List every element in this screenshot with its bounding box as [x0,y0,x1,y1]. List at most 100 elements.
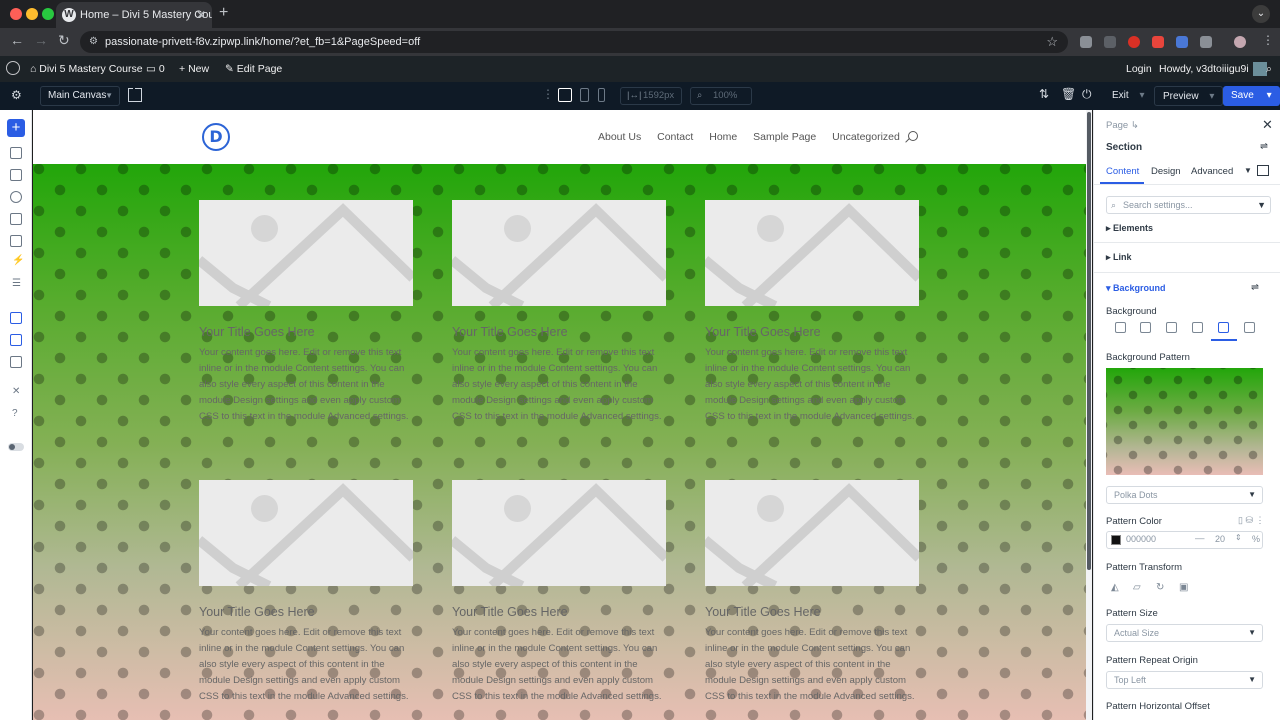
card-text[interactable]: Your content goes here. Edit or remove t… [705,625,919,705]
card-text[interactable]: Your content goes here. Edit or remove t… [452,345,666,425]
power-icon[interactable]: ⏻ [1082,87,1092,102]
site-logo[interactable]: D [202,123,230,151]
layers-icon[interactable] [10,147,22,159]
group-elements[interactable]: ▸ Elements [1106,223,1153,234]
pattern-opacity-unit[interactable]: % [1252,534,1260,544]
pattern-size-select[interactable]: Actual Size ▼ [1106,624,1263,642]
canvas-select[interactable]: Main Canvas ▼ [40,86,120,106]
tab-search-icon[interactable]: ⌄ [1252,5,1270,23]
menu-item-sample-page[interactable]: Sample Page [753,131,816,143]
mask-icon[interactable] [1244,322,1255,333]
edit-page-link[interactable]: ✎ Edit Page [225,56,282,82]
trash-icon[interactable]: 🗑 [1061,87,1076,101]
phone-view-icon[interactable] [598,88,605,102]
menu-item-contact[interactable]: Contact [657,131,693,143]
save-button[interactable]: Save ▾ [1223,86,1280,106]
tablet-view-icon[interactable] [580,88,589,102]
add-module-button[interactable]: + [7,119,25,137]
tab-advanced[interactable]: Advanced [1191,166,1233,177]
rotate-icon[interactable]: ↻ [1156,582,1164,593]
stepper-icon[interactable]: ⇕ [1235,533,1242,542]
pattern-color-hex[interactable]: 000000 [1126,534,1156,544]
canvas-width-input[interactable]: |↔| 1592px [620,87,682,105]
panel-options-icon[interactable]: ⇌ [1260,141,1268,152]
invert-icon[interactable]: ▣ [1179,582,1188,593]
grid-view-icon[interactable] [128,88,142,102]
tab-design[interactable]: Design [1151,166,1181,177]
blurb-module[interactable]: Your Title Goes Here Your content goes h… [199,480,413,705]
color-fill-icon[interactable] [1115,322,1126,333]
pattern-color-options-icon[interactable]: ▯ ⛁ ⋮ [1238,515,1265,526]
sliders-icon[interactable]: ☰ [12,278,21,289]
blurb-module[interactable]: Your Title Goes Here Your content goes h… [705,480,919,705]
breadcrumb[interactable]: Page ↳ [1106,120,1139,131]
preview-button[interactable]: Preview ▾ [1154,86,1224,106]
site-name-link[interactable]: ⌂ Divi 5 Mastery Course [30,56,143,82]
pattern-opacity-value[interactable]: 20 [1215,534,1225,544]
scrollbar-thumb[interactable] [1087,112,1091,570]
extension-icon[interactable] [1176,36,1188,48]
menu-item-about-us[interactable]: About Us [598,131,641,143]
pattern-icon[interactable] [1218,322,1229,333]
help-icon[interactable]: ? [12,408,18,419]
color-swatch[interactable] [1111,535,1121,545]
database-icon[interactable] [10,191,22,203]
section-with-pattern-background[interactable]: Your Title Goes Here Your content goes h… [33,164,1086,720]
flip-horizontal-icon[interactable]: ◭ [1111,582,1119,593]
search-icon[interactable] [908,131,918,141]
settings-gear-icon[interactable]: ⚙ [11,88,22,102]
image-icon[interactable] [1166,322,1177,333]
new-tab-button[interactable]: + [219,4,228,22]
group-options-icon[interactable]: ⇌ [1251,282,1259,293]
blurb-module[interactable]: Your Title Goes Here Your content goes h… [705,200,919,425]
card-title[interactable]: Your Title Goes Here [452,605,666,619]
extensions-puzzle-icon[interactable] [1200,36,1212,48]
close-icon[interactable]: ✕ [1262,117,1273,133]
reload-icon[interactable]: ↻ [58,32,70,49]
canvas-scrollbar[interactable] [1086,110,1092,720]
variables-icon[interactable] [10,356,22,368]
minimize-window-button[interactable] [26,8,38,20]
pattern-style-select[interactable]: Polka Dots ▼ [1106,486,1263,504]
search-icon[interactable]: ⌕ [1266,56,1272,82]
card-title[interactable]: Your Title Goes Here [199,605,413,619]
card-title[interactable]: Your Title Goes Here [705,605,919,619]
card-title[interactable]: Your Title Goes Here [705,325,919,339]
card-text[interactable]: Your content goes here. Edit or remove t… [705,345,919,425]
browser-tab[interactable]: W Home – Divi 5 Mastery Course ✕ [56,2,212,28]
account-menu[interactable]: Howdy, v3dtoiiigu9i [1159,56,1267,82]
theme-toggle[interactable] [8,443,24,451]
card-text[interactable]: Your content goes here. Edit or remove t… [199,345,413,425]
lightning-icon[interactable]: ⚡ [12,255,24,266]
back-arrow-icon[interactable]: ← [10,32,24,48]
pages-icon[interactable] [10,235,22,247]
new-content-link[interactable]: + New [179,56,209,82]
extension-icon[interactable] [1128,36,1140,48]
video-icon[interactable] [1192,322,1203,333]
gradient-icon[interactable] [1140,322,1151,333]
blurb-module[interactable]: Your Title Goes Here Your content goes h… [452,480,666,705]
close-window-button[interactable] [10,8,22,20]
address-bar[interactable]: ⚙ passionate-privett-f8v.zipwp.link/home… [80,31,1068,53]
menu-item-uncategorized[interactable]: Uncategorized [832,131,900,143]
blurb-module[interactable]: Your Title Goes Here Your content goes h… [199,200,413,425]
filter-icon[interactable]: ▼ [1257,197,1266,213]
browser-menu-icon[interactable]: ⋮ [1262,33,1274,47]
portability-icon[interactable] [10,213,22,225]
extension-icon[interactable] [1080,36,1092,48]
menu-item-home[interactable]: Home [709,131,737,143]
extension-icon[interactable] [1152,36,1164,48]
tab-content[interactable]: Content [1106,166,1139,177]
exit-button[interactable]: Exit ▾ [1104,86,1152,106]
option-presets-icon[interactable] [10,334,22,346]
maximize-window-button[interactable] [42,8,54,20]
search-settings-input[interactable]: ⌕ Search settings... ▼ [1106,196,1271,214]
wordpress-logo-icon[interactable] [6,56,20,82]
module-presets-icon[interactable] [10,312,22,324]
card-title[interactable]: Your Title Goes Here [452,325,666,339]
flip-vertical-icon[interactable]: ▱ [1133,582,1141,593]
extension-icon[interactable] [1104,36,1116,48]
library-icon[interactable] [10,169,22,181]
chevron-down-icon[interactable]: ▼ [1244,166,1252,175]
tab-close-icon[interactable]: ✕ [196,2,206,28]
